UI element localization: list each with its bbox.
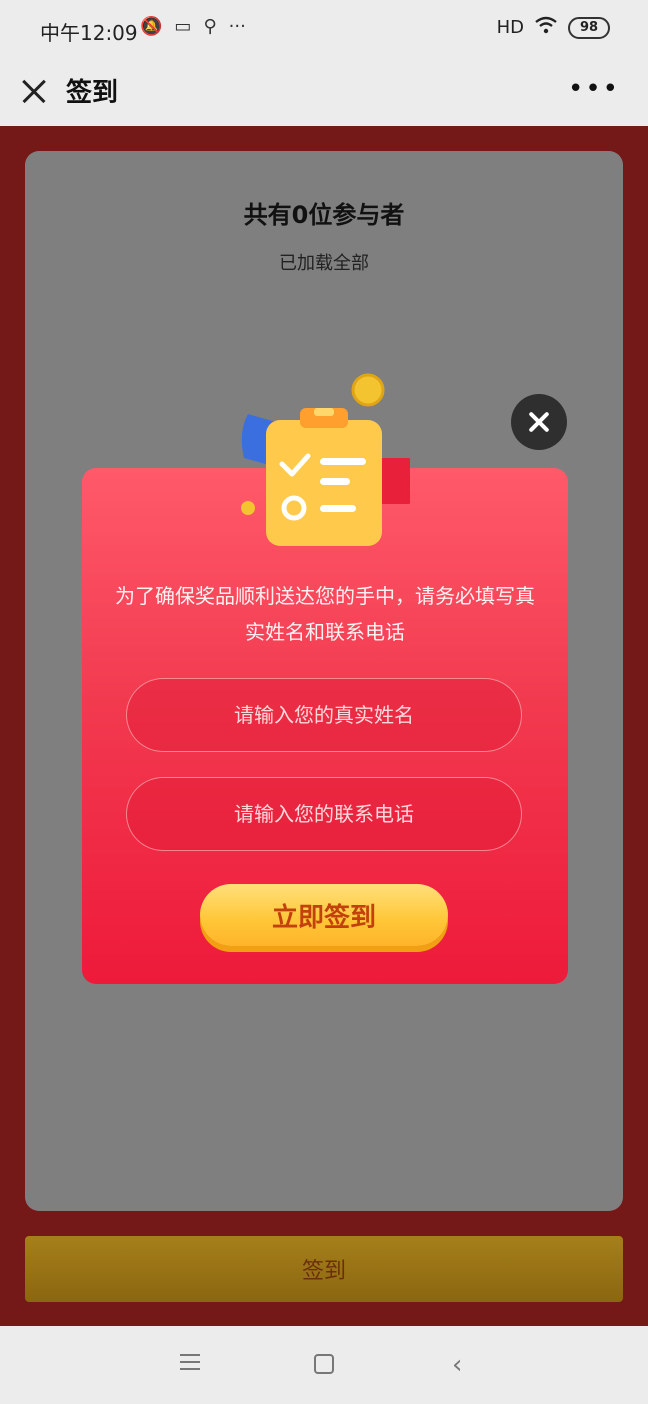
more-options-icon[interactable]: ••• bbox=[568, 74, 620, 104]
wifi-icon bbox=[534, 16, 558, 39]
clipboard-illustration-icon bbox=[241, 373, 410, 546]
dialog-message: 为了确保奖品顺利送达您的手中，请务必填写真实姓名和联系电话 bbox=[115, 584, 535, 644]
home-icon[interactable] bbox=[314, 1354, 334, 1374]
participants-count: 共有0位参与者 bbox=[243, 201, 405, 229]
mute-bell-icon: 🔕 bbox=[140, 16, 163, 37]
more-notifications-icon: ··· bbox=[228, 16, 246, 37]
sign-in-bottom-button[interactable]: 签到 bbox=[25, 1236, 623, 1302]
status-bar: 中午12:09 🔕 ▭ ⚲ ··· HD 98 bbox=[0, 0, 648, 62]
status-time: 中午12:09 bbox=[40, 21, 138, 45]
loaded-status: 已加载全部 bbox=[279, 253, 369, 274]
phone-input[interactable] bbox=[127, 778, 521, 850]
page-title: 签到 bbox=[66, 78, 119, 108]
menu-icon[interactable] bbox=[180, 1354, 200, 1372]
title-bar: 签到 ••• bbox=[0, 62, 648, 126]
name-input[interactable] bbox=[127, 679, 521, 751]
location-icon: ⚲ bbox=[203, 16, 217, 37]
message-icon: ▭ bbox=[174, 16, 192, 37]
name-field[interactable] bbox=[126, 678, 522, 752]
dialog-close-icon[interactable] bbox=[511, 394, 567, 450]
signal-icon: HD bbox=[496, 17, 524, 38]
system-nav-bar: ‹ bbox=[0, 1326, 648, 1404]
submit-sign-in-button[interactable]: 立即签到 bbox=[200, 884, 448, 946]
back-icon[interactable]: ‹ bbox=[452, 1352, 462, 1378]
close-icon[interactable] bbox=[18, 74, 52, 108]
battery-indicator: 98 bbox=[568, 16, 610, 39]
phone-field[interactable] bbox=[126, 777, 522, 851]
